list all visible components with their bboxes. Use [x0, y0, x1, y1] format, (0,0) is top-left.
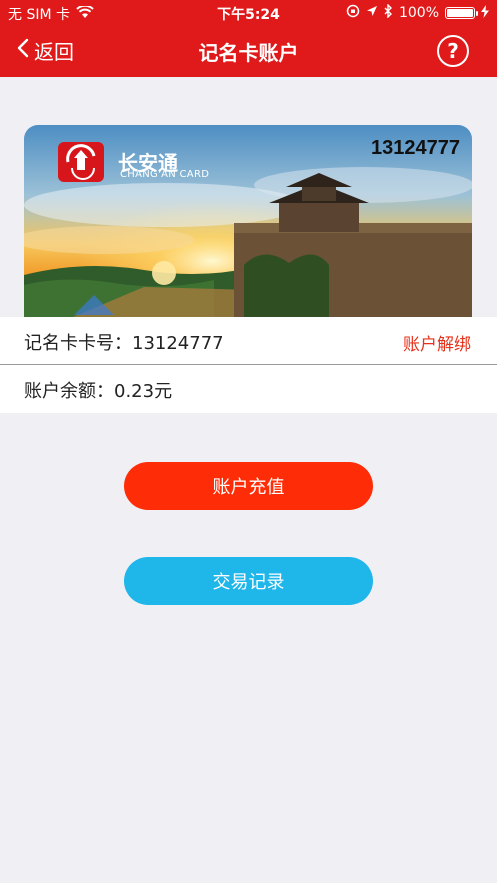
- location-icon: [366, 5, 378, 21]
- card-image: 长安通 CHANG'AN CARD 13124777: [24, 125, 472, 325]
- card-logo: [58, 142, 104, 182]
- card-number-row: 记名卡卡号：13124777 账户解绑: [0, 317, 497, 365]
- card-number-label: 记名卡卡号：13124777: [24, 333, 224, 354]
- status-bar: 无 SIM 卡 下午5:24 100%: [0, 0, 497, 25]
- unbind-button[interactable]: 账户解绑: [403, 330, 471, 355]
- balance-label: 账户余额：0.23元: [24, 381, 173, 402]
- bluetooth-icon: [384, 3, 393, 22]
- card-number: 13124777: [371, 137, 460, 159]
- question-icon: ?: [447, 39, 459, 63]
- navigation-bar: 返回 记名卡账户 ?: [0, 25, 497, 77]
- balance-row: 账户余额：0.23元: [0, 365, 497, 412]
- account-info-panel: 记名卡卡号：13124777 账户解绑 账户余额：0.23元: [0, 317, 497, 413]
- status-right: 100%: [346, 3, 489, 22]
- transaction-records-button[interactable]: 交易记录: [124, 557, 373, 605]
- battery-percent: 100%: [398, 5, 439, 21]
- card-brand-en: CHANG'AN CARD: [120, 169, 210, 180]
- top-header: 无 SIM 卡 下午5:24 100% 返回 记名卡账户 ?: [0, 0, 497, 77]
- page-title: 记名卡账户: [198, 41, 299, 65]
- help-button[interactable]: ?: [437, 35, 469, 67]
- charging-icon: [481, 4, 489, 22]
- battery-icon: [445, 7, 478, 19]
- orientation-lock-icon: [346, 4, 360, 22]
- recharge-button[interactable]: 账户充值: [124, 462, 373, 510]
